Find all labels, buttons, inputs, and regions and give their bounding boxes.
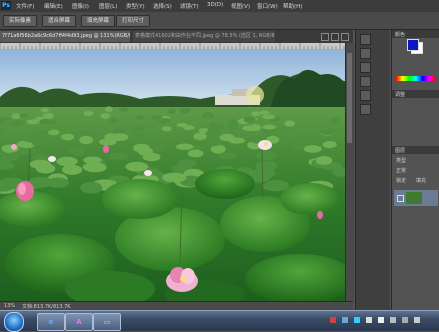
ie-icon: e [48,318,54,326]
menu-layer[interactable]: 图层(L) [99,2,117,10]
minimize-icon[interactable] [321,33,329,41]
info-panel-icon[interactable] [360,76,371,87]
menu-view[interactable]: 视图(V) [231,2,250,10]
document-size: 文档:813.7K/813.7K [22,304,71,310]
tray-icon-8[interactable] [414,317,420,323]
tray-icon-2[interactable] [342,317,348,323]
lotus-bud [16,181,34,201]
layer-filter-type[interactable]: 类型 [396,157,406,164]
canvas[interactable] [0,49,345,301]
print-size-button[interactable]: 打印尺寸 [116,15,150,27]
photoshop-logo-icon: Ps [1,1,11,10]
tray-icon-1[interactable] [330,317,336,323]
tray-icon-4[interactable] [366,317,372,323]
layers-panel-title: 图层 [395,148,406,154]
color-panel-header[interactable]: 颜色 [392,30,439,38]
folder-icon: ▭ [103,318,111,326]
tab-inactive-document[interactable]: 表格模式41602和由作业不同.jpeg @ 78.5% (选区 1, RGB/… [133,31,275,42]
taskbar-ie[interactable]: e [37,313,65,331]
maximize-icon[interactable] [331,33,339,41]
history-panel-icon[interactable] [360,34,371,45]
layers-panel-header[interactable]: 图层 [392,146,439,154]
fill-screen-button[interactable]: 填充屏幕 [81,15,115,27]
menu-bar: Ps 文件(F) 编辑(E) 图像(I) 图层(L) 类型(Y) 选择(S) 滤… [0,0,439,12]
app-a-icon: A [76,318,82,326]
layer-row-background[interactable] [394,190,438,206]
character-panel-icon[interactable] [360,104,371,115]
fit-screen-button[interactable]: 适合屏幕 [42,15,76,27]
menu-image[interactable]: 图像(I) [72,2,89,10]
layer-thumbnail [406,192,422,204]
actions-panel-icon[interactable] [360,48,371,59]
lock-label: 锁定 [396,178,407,184]
menu-3d[interactable]: 3D(D) [207,2,223,8]
panel-dock [355,30,390,310]
start-button[interactable] [4,312,24,332]
properties-panel-icon[interactable] [360,62,371,73]
close-icon[interactable] [341,33,349,41]
scrollbar-thumb[interactable] [347,53,352,143]
menu-type[interactable]: 类型(Y) [126,2,145,10]
vertical-scrollbar[interactable] [345,43,354,301]
options-bar: 实际像素 适合屏幕 填充屏幕 打印尺寸 [0,12,439,30]
tray-icon-5[interactable] [378,317,384,323]
menu-select[interactable]: 选择(S) [153,2,172,10]
menu-help[interactable]: 帮助(H) [283,2,302,10]
color-panel-title: 颜色 [395,32,406,38]
eye-icon[interactable] [397,195,404,202]
windows-taskbar: e A ▭ [0,310,439,332]
menu-edit[interactable]: 编辑(E) [44,2,63,10]
lotus-pond-photo [0,49,345,301]
adjustments-panel-header[interactable]: 调整 [392,90,439,98]
tray-icon-3[interactable] [354,317,360,323]
menu-filter[interactable]: 滤镜(T) [180,2,199,10]
tray-icon-6[interactable] [390,317,396,323]
right-panels: 颜色 调整 图层 类型 正常 锁定 填充 [391,30,439,310]
color-spectrum-bar[interactable] [396,76,436,81]
brush-panel-icon[interactable] [360,90,371,101]
tab-active-document[interactable]: 7f71a6f56b2a6c9c6d7ff4f4d93.jpeg @ 131%(… [0,31,130,42]
zoom-level[interactable]: 13% [4,303,15,309]
menu-file[interactable]: 文件(F) [16,2,34,10]
foreground-color-swatch[interactable] [407,39,419,51]
lotus-flower-small [258,140,272,150]
taskbar-explorer[interactable]: ▭ [93,313,121,331]
tray-icon-7[interactable] [402,317,408,323]
adjustments-panel-title: 调整 [395,92,406,98]
taskbar-app-a[interactable]: A [65,313,93,331]
document-tab-bar: 7f71a6f56b2a6c9c6d7ff4f4d93.jpeg @ 131%(… [0,30,353,43]
menu-window[interactable]: 窗口(W) [257,2,278,10]
blend-mode-select[interactable]: 正常 [396,167,406,174]
fill-label: 填充 [416,178,427,184]
actual-pixels-button[interactable]: 实际像素 [3,15,37,27]
